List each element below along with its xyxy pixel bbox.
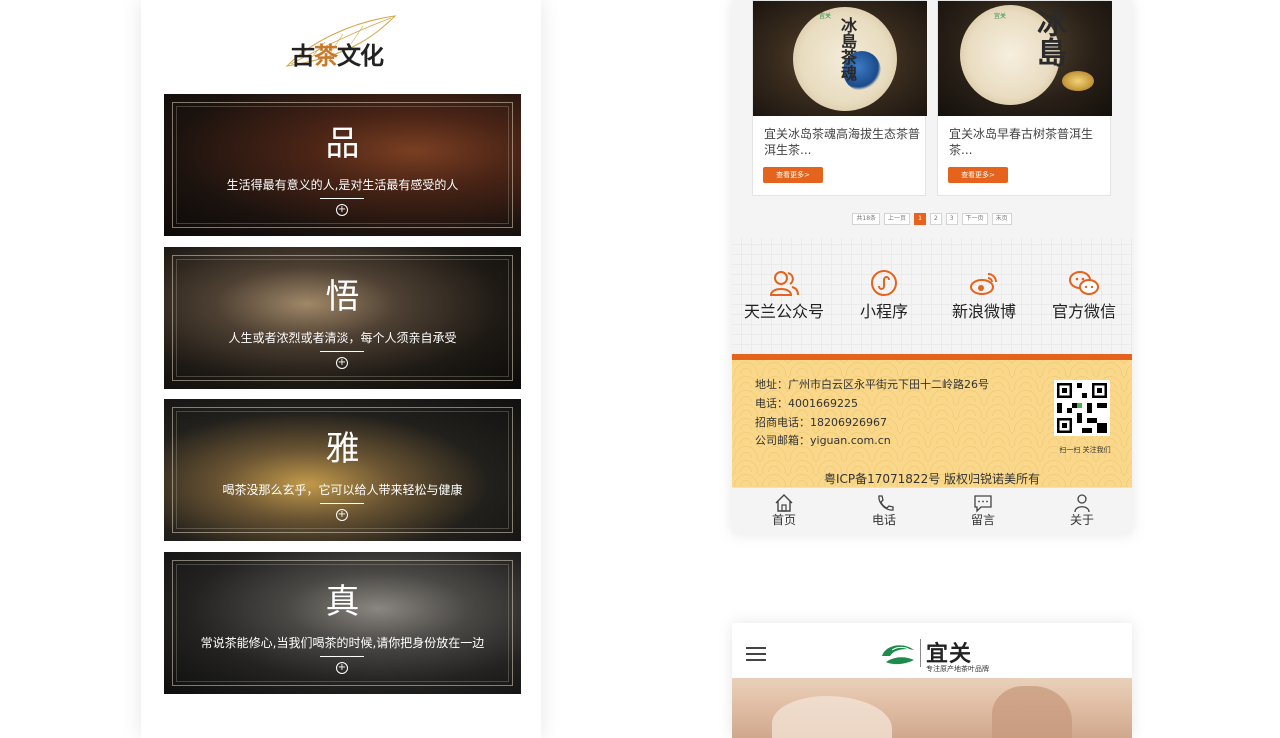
- tea-culture-title: 古茶文化: [291, 41, 384, 70]
- phone-icon: [878, 495, 894, 511]
- plus-circle-icon[interactable]: +: [336, 204, 348, 216]
- contact-email[interactable]: 公司邮箱：yiguan.com.cn: [755, 432, 891, 448]
- tab-home[interactable]: 首页: [754, 493, 814, 527]
- brand-tagline: 专注原产地茶叶品牌: [926, 665, 989, 673]
- pagination-page-3[interactable]: 3: [945, 213, 958, 225]
- card-subtitle: 生活得最有意义的人,是对生活最有感受的人: [226, 178, 459, 192]
- product-image[interactable]: 冰島茶魂 宜关: [753, 1, 927, 116]
- product-name[interactable]: 宜关冰岛早春古树茶普洱生茶...: [949, 126, 1105, 158]
- weibo-icon: [970, 273, 997, 295]
- tab-message[interactable]: 留言: [953, 493, 1013, 527]
- tab-label: 首页: [771, 513, 796, 527]
- product-card[interactable]: 冰島 宜关 宜关冰岛早春古树茶普洱生茶... 查看更多>: [937, 0, 1112, 196]
- social-label: 新浪微博: [951, 302, 1016, 321]
- tab-label: 电话: [871, 513, 896, 527]
- user-icon: [1074, 494, 1090, 513]
- social-mini-program[interactable]: 小程序: [834, 268, 934, 322]
- tea-culture-logo: 古茶文化: [281, 12, 401, 70]
- social-label: 官方微信: [1051, 302, 1116, 321]
- pagination-total: 共18条: [852, 213, 881, 225]
- showcase-canvas: 古茶文化 品 生活得最有意义的人,是对生活最有感受的人 + 悟 人生或者浓烈或者…: [0, 0, 1280, 738]
- pagination-last[interactable]: 末页: [991, 213, 1012, 225]
- card-title: 雅: [325, 429, 360, 469]
- product-card[interactable]: 冰島茶魂 宜关 宜关冰岛茶魂高海拔生态茶普洱生茶... 查看更多>: [752, 0, 927, 196]
- contact-recruit-phone[interactable]: 招商电话：18206926967: [755, 414, 887, 430]
- home-icon: [775, 494, 793, 512]
- qr-code-icon: [1057, 383, 1107, 433]
- social-weibo[interactable]: 新浪微博: [934, 268, 1034, 322]
- product-phone: 冰島茶魂 宜关 宜关冰岛茶魂高海拔生态茶普洱生茶... 查看更多> 冰島 宜关 …: [732, 0, 1132, 534]
- product-image-badge: 宜关: [994, 13, 1007, 20]
- bottom-tabbar: 首页 电话 留言 关于: [732, 487, 1132, 534]
- qr-code: [1054, 380, 1110, 436]
- social-links: 天兰公众号 小程序 新浪微博 官方微信: [732, 238, 1132, 354]
- product-name[interactable]: 宜关冰岛茶魂高海拔生态茶普洱生茶...: [764, 126, 920, 158]
- social-official-account[interactable]: 天兰公众号: [734, 268, 834, 322]
- plus-circle-icon[interactable]: +: [336, 357, 348, 369]
- plus-circle-icon[interactable]: +: [336, 662, 348, 674]
- qr-caption: 扫一扫 关注我们: [1059, 446, 1111, 454]
- contact-footer: 地址：广州市白云区永平街元下田十二岭路26号 电话：4001669225 招商电…: [732, 354, 1132, 487]
- view-more-button[interactable]: 查看更多>: [763, 167, 823, 183]
- mini-program-icon: [871, 270, 897, 296]
- social-wechat[interactable]: 官方微信: [1034, 268, 1132, 322]
- culture-card-wu[interactable]: 悟 人生或者浓烈或者清淡，每个人须亲自承受 +: [164, 247, 521, 389]
- menu-icon[interactable]: [746, 647, 766, 661]
- pagination-prev[interactable]: 上一页: [884, 213, 911, 225]
- culture-card-zhen[interactable]: 真 常说茶能修心,当我们喝茶的时候,请你把身份放在一边 +: [164, 552, 521, 694]
- product-image-text: 冰島茶魂: [838, 17, 857, 81]
- card-title: 真: [325, 582, 360, 622]
- social-label: 天兰公众号: [743, 302, 824, 321]
- culture-card-pin[interactable]: 品 生活得最有意义的人,是对生活最有感受的人 +: [164, 94, 521, 236]
- product-image-text: 冰島: [1031, 7, 1066, 67]
- product-image-badge: 宜关: [819, 13, 832, 20]
- tab-about[interactable]: 关于: [1052, 493, 1112, 527]
- users-icon: [769, 271, 799, 296]
- product-image[interactable]: 冰島 宜关: [938, 1, 1112, 116]
- culture-card-ya[interactable]: 雅 喝茶没那么玄乎，它可以给人带来轻松与健康 +: [164, 399, 521, 541]
- message-icon: [974, 495, 992, 513]
- plus-circle-icon[interactable]: +: [336, 509, 348, 521]
- contact-address: 地址：广州市白云区永平街元下田十二岭路26号: [755, 378, 989, 391]
- brand-logo[interactable]: 宜关 专注原产地茶叶品牌: [880, 636, 1000, 673]
- hero-banner[interactable]: [732, 678, 1132, 738]
- tab-label: 关于: [1069, 513, 1094, 527]
- pagination-next[interactable]: 下一页: [961, 213, 988, 225]
- card-subtitle: 人生或者浓烈或者清淡，每个人须亲自承受: [228, 331, 457, 345]
- card-title: 悟: [325, 277, 360, 317]
- tab-phone[interactable]: 电话: [854, 493, 914, 527]
- card-title: 品: [325, 124, 360, 164]
- contact-phone[interactable]: 电话：4001669225: [755, 395, 858, 411]
- home-phone: 宜关 专注原产地茶叶品牌: [732, 623, 1132, 738]
- brand-mark-icon: [882, 645, 914, 665]
- icp-copyright: 粤ICP备17071822号 版权归锐诺美所有: [823, 472, 1041, 486]
- pagination: 共18条 上一页 1 2 3 下一页 末页: [732, 213, 1132, 225]
- card-subtitle: 常说茶能修心,当我们喝茶的时候,请你把身份放在一边: [200, 636, 485, 650]
- wechat-icon: [1069, 271, 1099, 295]
- tea-culture-phone: 古茶文化 品 生活得最有意义的人,是对生活最有感受的人 + 悟 人生或者浓烈或者…: [141, 0, 541, 738]
- pagination-page-1[interactable]: 1: [914, 213, 926, 225]
- tab-label: 留言: [970, 513, 995, 527]
- pagination-page-2[interactable]: 2: [929, 213, 942, 225]
- social-label: 小程序: [859, 302, 908, 321]
- card-subtitle: 喝茶没那么玄乎，它可以给人带来轻松与健康: [222, 483, 463, 497]
- view-more-button[interactable]: 查看更多>: [948, 167, 1008, 183]
